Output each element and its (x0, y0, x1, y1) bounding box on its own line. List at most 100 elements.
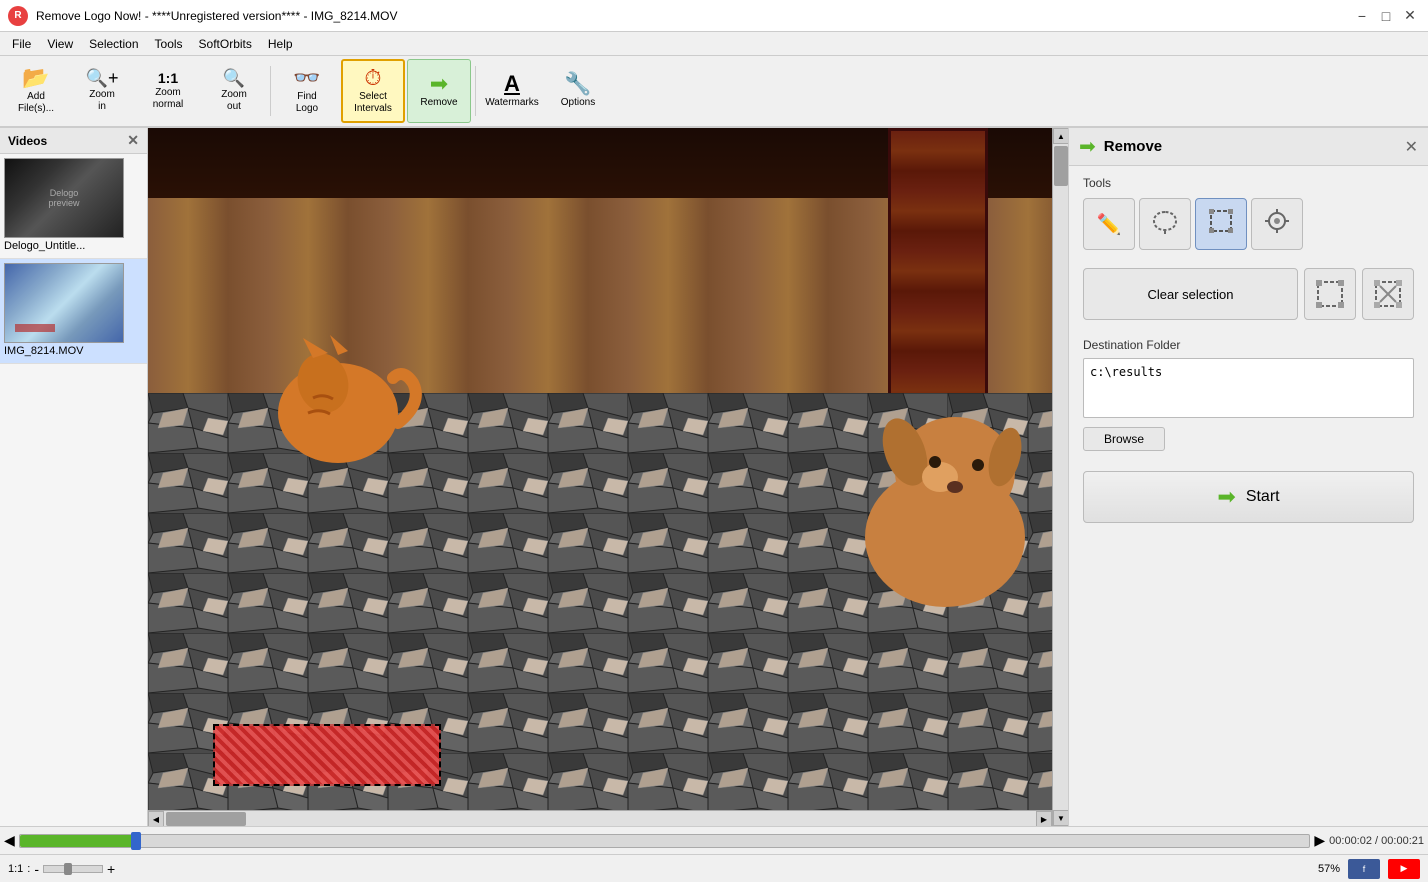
timeline-thumb[interactable] (131, 832, 141, 850)
canvas-scrollbar-horizontal[interactable]: ◀ ▶ (148, 810, 1052, 826)
find-logo-icon: 👓 (293, 67, 320, 89)
zoom-in-label: Zoomin (89, 89, 115, 113)
toolbox-panel: ➡ Remove ✕ Tools ✏️ (1068, 128, 1428, 826)
minimize-button[interactable]: − (1352, 6, 1372, 26)
browse-button[interactable]: Browse (1083, 427, 1165, 451)
scrollbar-v-thumb[interactable] (1054, 146, 1068, 186)
zoom-out-icon: 🔍 (223, 69, 245, 87)
scrollbar-left-button[interactable]: ◀ (148, 811, 164, 826)
main-layout: Videos ✕ Delogopreview Delogo_Untitle...… (0, 128, 1428, 826)
find-logo-label: FindLogo (296, 91, 318, 115)
destination-path-input[interactable]: c:\results (1083, 358, 1414, 418)
zoom-normal-label: Zoomnormal (153, 87, 184, 111)
window-title: Remove Logo Now! - ****Unregistered vers… (36, 9, 398, 23)
toolbar-remove[interactable]: ➡ Remove (407, 59, 471, 123)
select-intervals-icon: ⏱ (364, 67, 381, 89)
status-bar: 1:1 : - + 57% f ▶ (0, 854, 1428, 882)
timeline-icon: ◀ (4, 832, 15, 849)
toolbar: 📂 AddFile(s)... 🔍+ Zoomin 1:1 Zoomnormal… (0, 56, 1428, 128)
toolbar-zoom-normal[interactable]: 1:1 Zoomnormal (136, 59, 200, 123)
menu-view[interactable]: View (39, 35, 81, 53)
clear-selection-row: Clear selection (1069, 260, 1428, 328)
scrollbar-h-track[interactable] (164, 811, 1036, 826)
video-frame (148, 128, 1068, 826)
timeline-track[interactable] (19, 834, 1311, 848)
scrollbar-right-button[interactable]: ▶ (1036, 811, 1052, 826)
toolbar-options[interactable]: 🔧 Options (546, 59, 610, 123)
app-icon: R (8, 6, 28, 26)
menu-selection[interactable]: Selection (81, 35, 146, 53)
zoom-slider[interactable] (43, 865, 103, 873)
close-button[interactable]: ✕ (1400, 6, 1420, 26)
videos-header: Videos ✕ (0, 128, 147, 154)
tool-lasso[interactable] (1139, 198, 1191, 250)
remove-label: Remove (420, 97, 457, 109)
title-bar: R Remove Logo Now! - ****Unregistered ve… (0, 0, 1428, 32)
toolbox-title-row: ➡ Remove (1079, 134, 1162, 159)
scrollbar-h-thumb[interactable] (166, 812, 246, 826)
destination-folder-label: Destination Folder (1083, 338, 1414, 352)
toolbar-zoom-out[interactable]: 🔍 Zoomout (202, 59, 266, 123)
toolbox-header: ➡ Remove ✕ (1069, 128, 1428, 166)
watermarks-icon: A (504, 73, 520, 95)
facebook-button[interactable]: f (1348, 859, 1380, 879)
canvas-area[interactable]: ▲ ▼ ◀ ▶ (148, 128, 1068, 826)
youtube-button[interactable]: ▶ (1388, 859, 1420, 879)
deselect-button[interactable] (1362, 268, 1414, 320)
toolbox-close-button[interactable]: ✕ (1405, 137, 1418, 157)
menu-bar: File View Selection Tools SoftOrbits Hel… (0, 32, 1428, 56)
toolbar-select-intervals[interactable]: ⏱ SelectIntervals (341, 59, 405, 123)
dog-figure (840, 397, 1050, 617)
zoom-slider-thumb[interactable] (64, 863, 72, 875)
zoom-in-icon: 🔍+ (86, 69, 119, 87)
toolbar-separator-2 (475, 66, 476, 116)
menu-tools[interactable]: Tools (147, 35, 191, 53)
toolbar-zoom-in[interactable]: 🔍+ Zoomin (70, 59, 134, 123)
scrollbar-down-button[interactable]: ▼ (1053, 810, 1068, 826)
toolbar-add-files[interactable]: 📂 AddFile(s)... (4, 59, 68, 123)
menu-softorbits[interactable]: SoftOrbits (191, 35, 260, 53)
zoom-normal-icon: 1:1 (158, 71, 178, 85)
start-section: ➡ Start (1069, 461, 1428, 533)
menu-help[interactable]: Help (260, 35, 301, 53)
zoom-minus-button[interactable]: - (34, 861, 39, 877)
total-time: 00:00:21 (1381, 835, 1424, 847)
scrollbar-up-button[interactable]: ▲ (1053, 128, 1068, 144)
toolbox-arrow-icon: ➡ (1079, 134, 1096, 159)
canvas-scrollbar-vertical[interactable]: ▲ ▼ (1052, 128, 1068, 826)
selection-rect[interactable] (213, 724, 441, 786)
add-files-label: AddFile(s)... (18, 91, 54, 115)
select-all-button[interactable] (1304, 268, 1356, 320)
magic-wand-icon (1263, 207, 1291, 241)
status-left: 1:1 : - + (8, 861, 115, 877)
timeline-time-display: 00:00:02 / 00:00:21 (1329, 835, 1424, 847)
video-thumb-1: Delogopreview (4, 158, 124, 238)
tool-pencil[interactable]: ✏️ (1083, 198, 1135, 250)
maximize-button[interactable]: □ (1376, 6, 1396, 26)
video-item-2[interactable]: IMG_8214.MOV (0, 259, 147, 364)
toolbar-find-logo[interactable]: 👓 FindLogo (275, 59, 339, 123)
zoom-percent-label: 57% (1318, 863, 1340, 875)
tool-magic-wand[interactable] (1251, 198, 1303, 250)
toolbar-watermarks[interactable]: A Watermarks (480, 59, 544, 123)
destination-folder-section: Destination Folder c:\results Browse (1069, 328, 1428, 461)
toolbox-title: Remove (1104, 138, 1162, 155)
selection-content (215, 726, 439, 784)
timeline-progress (20, 835, 136, 847)
title-bar-controls: − □ ✕ (1352, 6, 1420, 26)
tools-label: Tools (1083, 176, 1414, 190)
scene (148, 128, 1068, 826)
menu-file[interactable]: File (4, 35, 39, 53)
rect-select-icon (1207, 207, 1235, 241)
start-button[interactable]: ➡ Start (1083, 471, 1414, 523)
video-item-1[interactable]: Delogopreview Delogo_Untitle... (0, 154, 147, 259)
clear-selection-button[interactable]: Clear selection (1083, 268, 1298, 320)
tool-rect-select[interactable] (1195, 198, 1247, 250)
scrollbar-v-track[interactable] (1053, 144, 1068, 810)
videos-close-button[interactable]: ✕ (127, 132, 139, 149)
video-label-2: IMG_8214.MOV (4, 343, 143, 359)
lasso-icon (1151, 208, 1179, 241)
select-intervals-label: SelectIntervals (354, 91, 392, 115)
zoom-out-label: Zoomout (221, 89, 247, 113)
zoom-plus-button[interactable]: + (107, 861, 115, 877)
